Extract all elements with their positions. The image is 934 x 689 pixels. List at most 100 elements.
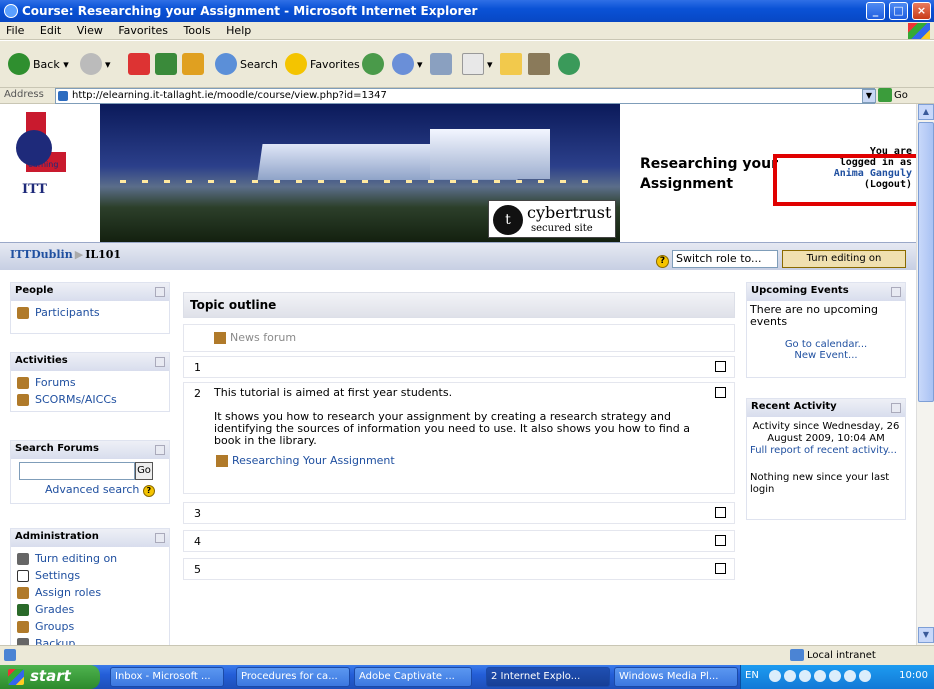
windows-logo-icon xyxy=(908,23,930,39)
activities-block: Activities Forums SCORMs/AICCs xyxy=(10,352,170,412)
menu-edit[interactable]: Edit xyxy=(34,22,67,39)
stop-button[interactable] xyxy=(128,50,153,78)
go-button[interactable]: Go xyxy=(878,88,932,104)
scorms-link[interactable]: SCORMs/AICCs xyxy=(17,391,163,408)
forward-button[interactable]: ▾ xyxy=(80,50,111,78)
minimize-button[interactable]: _ xyxy=(866,2,885,20)
collapse-icon[interactable] xyxy=(155,445,165,455)
section-checkbox[interactable] xyxy=(715,535,726,546)
admin-grades-link[interactable]: Grades xyxy=(17,601,163,618)
go-to-calendar-link[interactable]: Go to calendar... xyxy=(747,339,905,350)
collapse-icon[interactable] xyxy=(891,287,901,297)
new-event-link[interactable]: New Event... xyxy=(747,350,905,361)
admin-groups-link[interactable]: Groups xyxy=(17,618,163,635)
help-icon[interactable]: ? xyxy=(656,255,669,268)
taskbar-media-player[interactable]: Windows Media Pl... xyxy=(614,667,738,687)
edit-word-button[interactable]: ▾ xyxy=(462,50,493,78)
topic-section-4: 4 xyxy=(183,530,735,552)
participants-link[interactable]: Participants xyxy=(17,304,163,321)
cybertrust-seal[interactable]: t cybertrust secured site xyxy=(488,200,616,238)
topic-outline: Topic outline News forum 1 2 This tutori… xyxy=(183,292,735,580)
taskbar-internet-explorer[interactable]: 2 Internet Explo... xyxy=(486,667,610,687)
status-bar: Local intranet xyxy=(0,645,934,665)
breadcrumb-site-link[interactable]: ITTDublin xyxy=(10,248,73,261)
collapse-icon[interactable] xyxy=(891,403,901,413)
topic-outline-title: Topic outline xyxy=(183,292,735,318)
grades-icon xyxy=(17,603,29,616)
upcoming-events-block: Upcoming Events There are no upcoming ev… xyxy=(746,282,906,378)
admin-settings-link[interactable]: Settings xyxy=(17,567,163,584)
switch-role-select[interactable]: Switch role to... xyxy=(672,250,778,268)
folder-icon xyxy=(500,53,522,75)
section-checkbox[interactable] xyxy=(715,563,726,574)
menu-file[interactable]: File xyxy=(0,22,30,39)
title-bar: Course: Researching your Assignment - Mi… xyxy=(0,0,934,22)
researching-assignment-link[interactable]: Researching Your Assignment xyxy=(214,447,704,471)
close-button[interactable]: × xyxy=(912,2,931,20)
address-dropdown-icon[interactable]: ▼ xyxy=(862,89,876,103)
language-indicator[interactable]: EN xyxy=(745,670,759,681)
scorm-package-icon xyxy=(216,455,228,467)
print-button[interactable] xyxy=(430,50,455,78)
collapse-icon[interactable] xyxy=(155,533,165,543)
admin-turn-editing-link[interactable]: Turn editing on xyxy=(17,550,163,567)
section-summary: This tutorial is aimed at first year stu… xyxy=(214,386,453,399)
folder-button[interactable] xyxy=(500,50,525,78)
tray-icons xyxy=(769,670,874,685)
section-checkbox[interactable] xyxy=(715,387,726,398)
refresh-button[interactable] xyxy=(155,50,180,78)
maximize-button[interactable]: □ xyxy=(889,2,908,20)
help-icon[interactable]: ? xyxy=(142,485,155,497)
mail-button[interactable]: ▾ xyxy=(392,50,423,78)
admin-assign-roles-link[interactable]: Assign roles xyxy=(17,584,163,601)
menu-help[interactable]: Help xyxy=(220,22,257,39)
home-icon xyxy=(182,53,204,75)
taskbar-captivate[interactable]: Adobe Captivate ... xyxy=(354,667,472,687)
advanced-search-link[interactable]: Advanced search ? xyxy=(11,480,169,497)
address-input[interactable]: http://elearning.it-tallaght.ie/moodle/c… xyxy=(55,88,875,104)
system-tray: EN 10:00 xyxy=(740,665,934,689)
recent-activity-block: Recent Activity Activity since Wednesday… xyxy=(746,398,906,520)
turn-editing-on-button[interactable]: Turn editing on xyxy=(782,250,906,268)
taskbar-outlook[interactable]: Inbox - Microsoft ... xyxy=(110,667,224,687)
backup-icon xyxy=(17,637,29,645)
home-button[interactable] xyxy=(182,50,207,78)
favorites-button[interactable]: Favorites xyxy=(285,50,360,78)
full-report-link[interactable]: Full report of recent activity... xyxy=(747,445,905,456)
security-zone: Local intranet xyxy=(790,649,876,661)
collapse-icon[interactable] xyxy=(155,357,165,367)
address-label: Address xyxy=(4,89,44,100)
breadcrumb: ITTDublin ▶ IL101 xyxy=(10,248,122,261)
forward-arrow-icon xyxy=(80,53,102,75)
no-events-text: There are no upcoming events xyxy=(750,303,878,328)
search-icon xyxy=(215,53,237,75)
scrollbar-thumb[interactable] xyxy=(918,122,934,402)
page-icon xyxy=(4,649,16,661)
search-forums-input[interactable] xyxy=(19,462,135,480)
section-description: It shows you how to research your assign… xyxy=(214,410,690,447)
section-checkbox[interactable] xyxy=(715,507,726,518)
scroll-down-icon[interactable]: ▼ xyxy=(918,627,934,643)
news-forum-link[interactable]: News forum xyxy=(183,324,735,352)
admin-backup-link[interactable]: Backup xyxy=(17,635,163,645)
taskbar-word[interactable]: Procedures for ca... xyxy=(236,667,350,687)
course-title: Researching your Assignment xyxy=(640,156,778,192)
messenger-button[interactable] xyxy=(558,50,583,78)
scroll-up-icon[interactable]: ▲ xyxy=(918,104,934,120)
back-button[interactable]: Back ▾ xyxy=(8,50,69,78)
vertical-scrollbar[interactable]: ▲ ▼ xyxy=(916,104,934,645)
collapse-icon[interactable] xyxy=(155,287,165,297)
research-button[interactable] xyxy=(528,50,553,78)
start-button[interactable]: start xyxy=(0,665,100,689)
menu-favorites[interactable]: Favorites xyxy=(112,22,174,39)
topic-section-3: 3 xyxy=(183,502,735,524)
menu-view[interactable]: View xyxy=(71,22,109,39)
forums-link[interactable]: Forums xyxy=(17,374,163,391)
breadcrumb-course: IL101 xyxy=(85,248,122,261)
section-checkbox[interactable] xyxy=(715,361,726,372)
search-button[interactable]: Search xyxy=(215,50,278,78)
search-go-button[interactable]: Go xyxy=(135,462,153,480)
menu-tools[interactable]: Tools xyxy=(178,22,217,39)
history-button[interactable] xyxy=(362,50,387,78)
menu-bar: File Edit View Favorites Tools Help xyxy=(0,22,934,40)
